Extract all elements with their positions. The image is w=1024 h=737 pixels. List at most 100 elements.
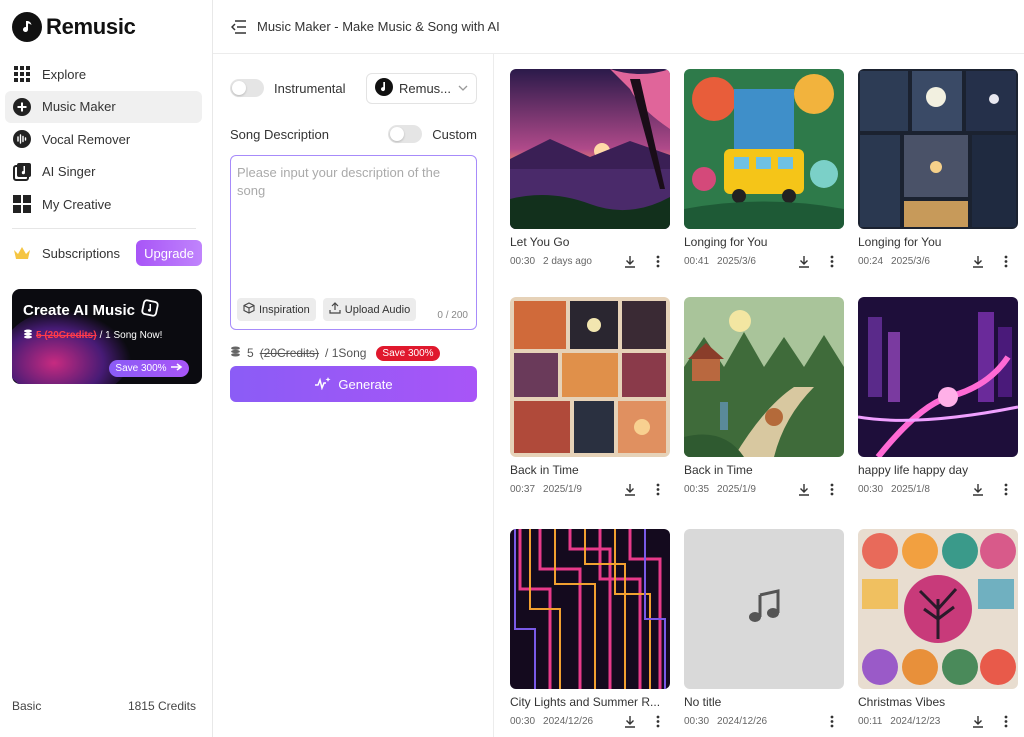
song-card[interactable]: Longing for You 00:41 2025/3/6 xyxy=(684,69,844,268)
credits-count: 5 xyxy=(247,346,254,360)
promo-credits: 5 (20Credits) xyxy=(36,330,97,341)
promo-banner[interactable]: Create AI Music 5 (20Credits) / 1 Song N… xyxy=(12,289,202,384)
save-badge: Save 300% xyxy=(376,345,440,361)
song-title: Christmas Vibes xyxy=(858,695,946,709)
credits-original: (20Credits) xyxy=(259,346,320,360)
song-date: 2025/1/9 xyxy=(717,483,756,495)
song-duration: 00:30 xyxy=(858,483,884,495)
credits-unit: / 1Song xyxy=(325,346,367,360)
download-icon[interactable] xyxy=(797,482,811,496)
song-cover-image[interactable] xyxy=(858,297,1018,457)
description-actions: Inspiration Upload Audio xyxy=(237,298,417,321)
more-options-icon[interactable] xyxy=(651,714,665,728)
description-box: Inspiration Upload Audio 0 / 200 xyxy=(230,155,477,330)
more-options-icon[interactable] xyxy=(825,714,839,728)
song-duration: 00:11 xyxy=(858,715,883,727)
song-description-input[interactable] xyxy=(231,156,476,286)
upload-icon xyxy=(329,302,341,317)
song-card[interactable]: Christmas Vibes 00:11 2024/12/23 xyxy=(858,529,1018,728)
song-cover-image[interactable] xyxy=(684,297,844,457)
plan-name: Basic xyxy=(12,699,42,713)
more-options-icon[interactable] xyxy=(651,254,665,268)
more-options-icon[interactable] xyxy=(999,254,1013,268)
sidebar-item-label: My Creative xyxy=(42,196,112,212)
song-card[interactable]: Longing for You 00:24 2025/3/6 xyxy=(858,69,1018,268)
song-cover-image[interactable] xyxy=(858,69,1018,229)
sidebar-item-music-maker[interactable]: Music Maker xyxy=(5,90,202,123)
more-options-icon[interactable] xyxy=(825,482,839,496)
more-options-icon[interactable] xyxy=(651,482,665,496)
sidebar-item-vocal-remover[interactable]: Vocal Remover xyxy=(5,123,202,155)
song-description-label: Song Description xyxy=(230,126,329,142)
song-cover-image[interactable] xyxy=(510,69,670,229)
sidebar-item-explore[interactable]: Explore xyxy=(5,58,202,90)
download-icon[interactable] xyxy=(971,482,985,496)
sidebar-item-my-creative[interactable]: My Creative xyxy=(5,188,202,220)
cube-icon xyxy=(243,302,255,317)
song-date: 2024/12/26 xyxy=(717,715,768,727)
song-cover-image[interactable] xyxy=(684,69,844,229)
song-card[interactable]: happy life happy day 00:30 2025/1/8 xyxy=(858,297,1018,496)
inspiration-label: Inspiration xyxy=(259,303,310,316)
song-card[interactable]: Back in Time 00:37 2025/1/9 xyxy=(510,297,670,496)
download-icon[interactable] xyxy=(623,254,637,268)
sparkle-wave-icon xyxy=(314,376,332,393)
song-title: No title xyxy=(684,695,722,709)
promo-save-button[interactable]: Save 300% xyxy=(109,360,189,377)
more-options-icon[interactable] xyxy=(825,254,839,268)
download-icon[interactable] xyxy=(971,254,985,268)
download-icon[interactable] xyxy=(623,482,637,496)
song-meta: 00:30 2024/12/26 xyxy=(510,714,670,728)
song-duration: 00:30 xyxy=(684,715,710,727)
song-title: Back in Time xyxy=(510,463,579,477)
song-meta: 00:37 2025/1/9 xyxy=(510,482,670,496)
subscriptions-label[interactable]: Subscriptions xyxy=(42,246,120,261)
sidebar-item-label: AI Singer xyxy=(42,164,96,179)
song-date: 2025/1/8 xyxy=(891,483,930,495)
song-meta: 00:24 2025/3/6 xyxy=(858,254,1018,268)
custom-toggle[interactable] xyxy=(388,125,423,143)
song-card[interactable]: No title 00:30 2024/12/26 xyxy=(684,529,844,728)
song-cover-image[interactable] xyxy=(510,529,670,689)
inspiration-button[interactable]: Inspiration xyxy=(237,298,316,321)
download-icon[interactable] xyxy=(971,714,985,728)
song-duration: 00:37 xyxy=(510,483,536,495)
music-badge-icon xyxy=(141,299,159,321)
download-icon[interactable] xyxy=(623,714,637,728)
music-note-icon xyxy=(746,588,782,630)
grid-icon xyxy=(12,64,32,84)
more-options-icon[interactable] xyxy=(999,482,1013,496)
sidebar-item-label: Explore xyxy=(42,66,87,82)
song-cover-placeholder[interactable] xyxy=(684,529,844,689)
more-options-icon[interactable] xyxy=(999,714,1013,728)
credits-balance: 1815 Credits xyxy=(127,699,196,713)
upload-audio-button[interactable]: Upload Audio xyxy=(322,298,417,321)
song-meta: 00:30 2025/1/8 xyxy=(858,482,1018,496)
sidebar: Remusic Explore Music Maker Vocal Remove… xyxy=(0,0,213,737)
music-note-square-icon xyxy=(12,162,32,182)
song-card[interactable]: Let You Go 00:30 2 days ago xyxy=(510,69,670,268)
song-duration: 00:24 xyxy=(858,255,884,267)
generate-button[interactable]: Generate xyxy=(230,366,477,402)
song-cover-image[interactable] xyxy=(858,529,1018,689)
promo-title-text: Create AI Music xyxy=(23,301,135,319)
song-card[interactable]: Back in Time 00:35 2025/1/9 xyxy=(684,297,844,496)
app-name: Remusic xyxy=(46,14,136,39)
arrow-right-icon xyxy=(170,363,183,374)
chevron-down-icon xyxy=(458,82,468,94)
upload-audio-label: Upload Audio xyxy=(344,303,411,316)
song-title: Back in Time xyxy=(684,463,753,477)
promo-title: Create AI Music xyxy=(23,299,159,321)
sidebar-item-ai-singer[interactable]: AI Singer xyxy=(5,156,202,188)
song-card[interactable]: City Lights and Summer R... 00:30 2024/1… xyxy=(510,529,670,728)
collapse-sidebar-icon[interactable] xyxy=(231,18,249,36)
song-duration: 00:41 xyxy=(684,255,710,267)
instrumental-toggle[interactable] xyxy=(230,79,264,97)
upgrade-button[interactable]: Upgrade xyxy=(136,240,202,266)
app-logo[interactable]: Remusic xyxy=(12,12,136,42)
song-cover-image[interactable] xyxy=(510,297,670,457)
subscriptions-row: Subscriptions Upgrade xyxy=(12,240,202,266)
model-select[interactable]: Remus... xyxy=(366,72,477,104)
download-icon[interactable] xyxy=(797,254,811,268)
song-title: Longing for You xyxy=(858,235,942,249)
